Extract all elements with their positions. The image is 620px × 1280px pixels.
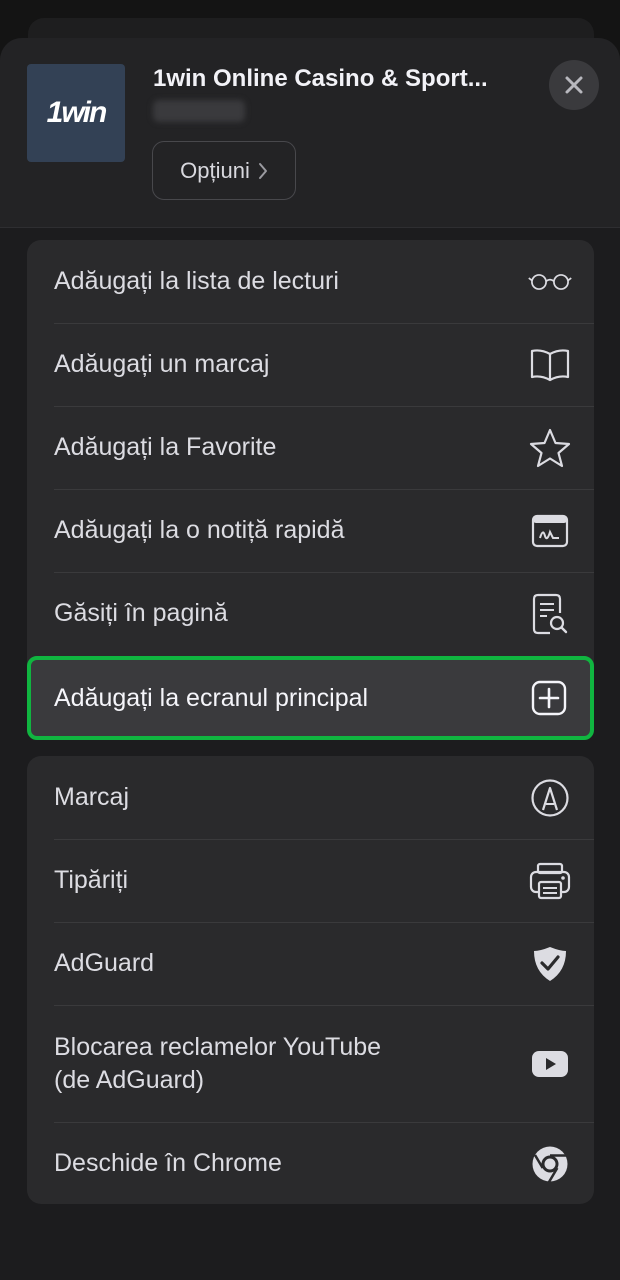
menu-item-reading-list[interactable]: Adăugați la lista de lecturi [27,240,594,323]
shield-check-icon [528,942,572,986]
menu-item-label: Blocarea reclamelor YouTube (de AdGuard) [54,1031,528,1097]
menu-item-label: Adăugați un marcaj [54,350,270,378]
find-in-page-icon [528,592,572,636]
actions-group-2: Marcaj Tipăriți AdGuard Blocarea reclame… [27,756,594,1204]
menu-item-adguard[interactable]: AdGuard [27,922,594,1005]
youtube-play-icon [528,1042,572,1086]
printer-icon [528,859,572,903]
chevron-right-icon [258,162,267,179]
menu-item-label: Adăugați la o notiță rapidă [54,516,345,544]
markup-pen-icon [528,776,572,820]
menu-item-label: AdGuard [54,949,155,977]
menu-item-bookmark[interactable]: Adăugați un marcaj [27,323,594,406]
site-url-blurred [153,100,245,122]
menu-item-label: Marcaj [54,783,130,811]
menu-item-label-line2: (de AdGuard) [54,1065,205,1094]
menu-item-label: Deschide în Chrome [54,1149,282,1177]
menu-item-label: Adăugați la lista de lecturi [54,267,339,295]
menu-item-quick-note[interactable]: Adăugați la o notiță rapidă [27,489,594,572]
menu-item-print[interactable]: Tipăriți [27,839,594,922]
menu-item-markup[interactable]: Marcaj [27,756,594,839]
share-sheet-header: 1win 1win Online Casino & Sport... Opțiu… [0,38,620,228]
site-icon: 1win [27,64,125,162]
menu-item-open-in-chrome[interactable]: Deschide în Chrome [27,1122,594,1204]
screen: 1win 1win Online Casino & Sport... Opțiu… [0,0,620,1280]
menu-item-label: Adăugați la Favorite [54,433,277,461]
options-button[interactable]: Opțiuni [152,141,296,200]
close-button[interactable] [549,60,599,110]
menu-item-favorites[interactable]: Adăugați la Favorite [27,406,594,489]
menu-item-youtube-adblock[interactable]: Blocarea reclamelor YouTube (de AdGuard) [27,1005,594,1122]
quick-note-icon [528,509,572,553]
menu-item-label: Tipăriți [54,866,129,894]
menu-item-find-in-page[interactable]: Găsiți în pagină [27,572,594,655]
add-square-icon [527,676,571,720]
site-icon-text: 1win [46,96,108,129]
close-icon [565,76,583,94]
glasses-icon [528,260,572,304]
chrome-icon [528,1142,572,1186]
site-title: 1win Online Casino & Sport... [153,65,488,92]
options-label: Opțiuni [180,157,250,183]
menu-item-label-line1: Blocarea reclamelor YouTube [54,1032,382,1061]
menu-item-label: Adăugați la ecranul principal [54,683,369,712]
star-icon [528,426,572,470]
menu-item-add-to-home-screen[interactable]: Adăugați la ecranul principal [27,656,594,740]
menu-item-label: Găsiți în pagină [54,599,228,627]
book-icon [528,343,572,387]
